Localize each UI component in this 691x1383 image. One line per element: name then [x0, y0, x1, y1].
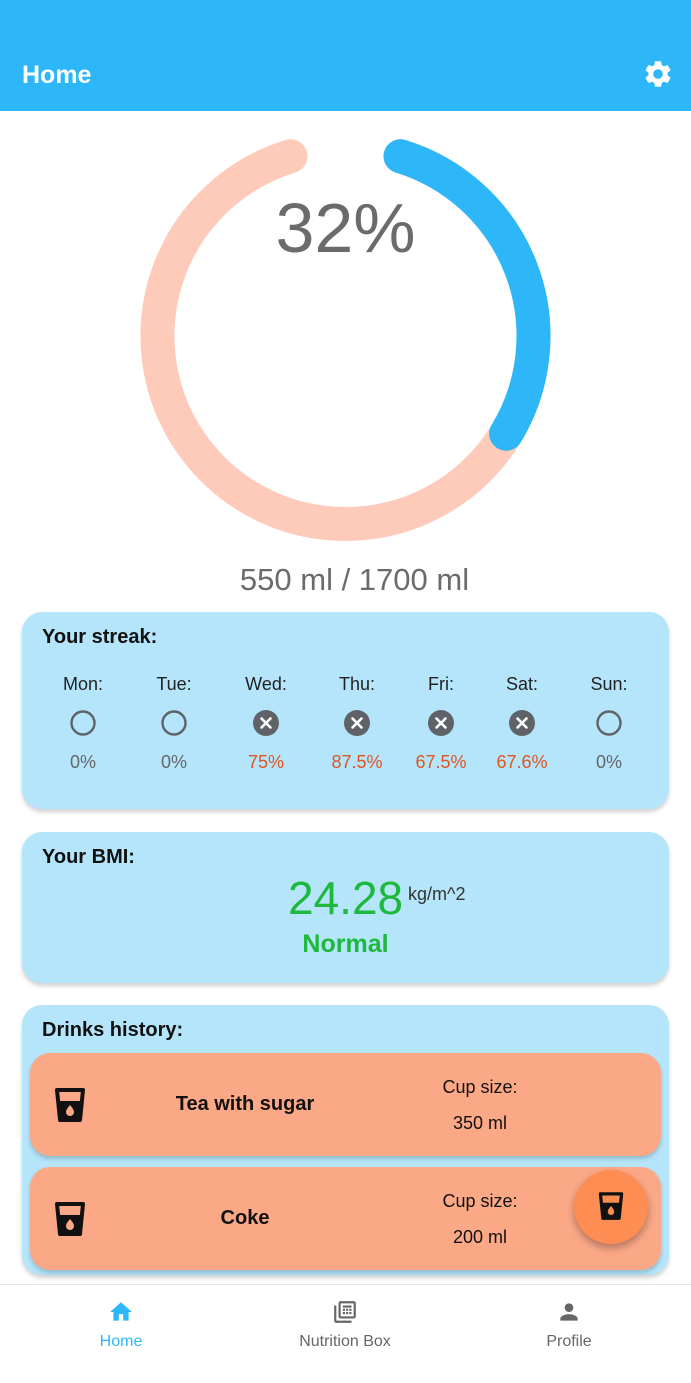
bottom-navigation: Home Nutrition Box Profile	[0, 1284, 691, 1383]
day-name: Mon:	[62, 674, 104, 694]
missed-icon	[344, 710, 370, 736]
bmi-category: Normal	[302, 930, 389, 958]
streak-card: Your streak: Mon: 0% Tue: 0% Wed: 75% Thu: 87.5…	[22, 612, 669, 809]
cup-icon	[598, 1192, 624, 1220]
day-name: Thu:	[338, 674, 376, 694]
intake-amount: 550 ml / 1700 ml	[239, 562, 470, 597]
nav-profile[interactable]: Profile	[454, 1285, 684, 1383]
day-name: Tue:	[156, 674, 192, 694]
day-name: Fri:	[428, 674, 454, 694]
cup-size-value: 350 ml	[452, 1113, 508, 1133]
progress-ring	[140, 139, 551, 541]
nav-profile-label: Profile	[546, 1333, 592, 1350]
progress-percent: 32%	[275, 189, 416, 267]
cup-size-label: Cup size:	[442, 1191, 518, 1211]
drinks-history-card: Drinks history: Tea with sugar Cup size:…	[22, 1005, 669, 1275]
add-drink-button[interactable]	[574, 1170, 648, 1244]
cup-icon	[55, 1088, 85, 1122]
nutrition-box-icon	[334, 1301, 356, 1323]
page-title: Home	[22, 61, 92, 89]
bmi-value: 24.28	[288, 872, 404, 924]
cup-size-label: Cup size:	[442, 1077, 518, 1097]
gear-icon	[645, 61, 671, 87]
streak-title: Your streak:	[42, 626, 158, 648]
day-percent: 0%	[69, 752, 96, 772]
nav-home[interactable]: Home	[6, 1285, 236, 1383]
missed-icon	[253, 710, 279, 736]
drink-name: Tea with sugar	[175, 1093, 315, 1115]
day-percent: 67.5%	[415, 752, 467, 772]
empty-circle-icon	[70, 710, 96, 736]
day-name: Wed:	[245, 674, 287, 694]
hydration-progress	[0, 111, 691, 581]
missed-icon	[428, 710, 454, 736]
day-percent: 87.5%	[331, 752, 383, 772]
drink-item[interactable]: Coke Cup size: 200 ml	[30, 1167, 661, 1270]
home-icon	[110, 1302, 132, 1321]
settings-button[interactable]	[642, 58, 674, 90]
day-percent: 67.6%	[496, 752, 548, 772]
drink-name: Coke	[220, 1207, 270, 1229]
drink-item[interactable]: Tea with sugar Cup size: 350 ml	[30, 1053, 661, 1156]
nav-home-label: Home	[99, 1333, 143, 1350]
day-percent: 0%	[160, 752, 187, 772]
nav-nutrition-box[interactable]: Nutrition Box	[230, 1285, 460, 1383]
bmi-card: Your BMI: 24.28 kg/m^2 Normal	[22, 832, 669, 983]
history-title: Drinks history:	[42, 1019, 184, 1041]
day-name: Sun:	[590, 674, 628, 694]
person-icon	[560, 1303, 578, 1321]
day-percent: 75%	[247, 752, 285, 772]
empty-circle-icon	[161, 710, 187, 736]
bmi-title: Your BMI:	[42, 846, 135, 868]
day-name: Sat:	[505, 674, 539, 694]
empty-circle-icon	[596, 710, 622, 736]
day-percent: 0%	[595, 752, 622, 772]
cup-size-value: 200 ml	[452, 1227, 508, 1247]
bmi-unit: kg/m^2	[408, 884, 466, 904]
nav-nutrition-box-label: Nutrition Box	[299, 1333, 391, 1350]
app-bar: Home	[0, 0, 691, 111]
cup-icon	[55, 1202, 85, 1236]
missed-icon	[509, 710, 535, 736]
